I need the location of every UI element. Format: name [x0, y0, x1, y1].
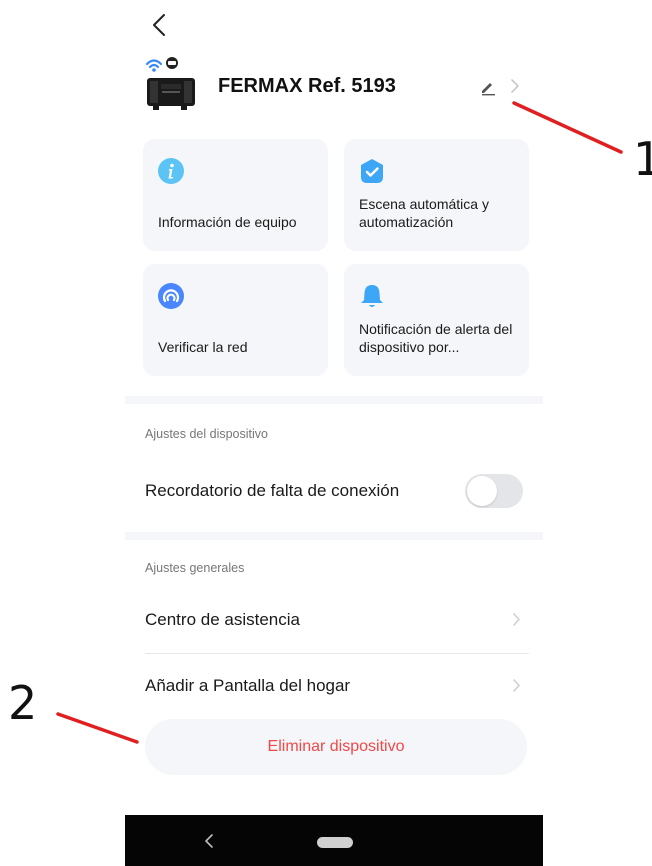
card-label: Verificar la red	[158, 339, 248, 355]
section-title-general-settings: Ajustes generales	[145, 561, 245, 575]
system-navigation-bar	[125, 815, 543, 866]
row-separator	[145, 653, 529, 654]
card-automation[interactable]: Escena automática y automatización	[344, 139, 529, 251]
add-home-screen-row[interactable]: Añadir a Pantalla del hogar	[145, 658, 529, 714]
card-alert-notification[interactable]: Notificación de alerta del dispositivo p…	[344, 264, 529, 376]
section-divider	[125, 396, 543, 404]
card-label: Información de equipo	[158, 214, 297, 230]
toggle-knob	[467, 476, 497, 506]
section-title-device-settings: Ajustes del dispositivo	[145, 427, 268, 441]
help-center-label: Centro de asistencia	[145, 610, 300, 629]
offline-reminder-toggle[interactable]	[465, 474, 523, 508]
device-settings-screen: FERMAX Ref. 5193 Información de equipo E…	[125, 0, 543, 866]
add-home-screen-label: Añadir a Pantalla del hogar	[145, 676, 351, 695]
annotation-marker-2: 2	[8, 676, 38, 730]
device-header: FERMAX Ref. 5193	[143, 54, 535, 114]
network-check-icon	[158, 283, 184, 309]
edit-name-icon[interactable]	[479, 78, 497, 96]
offline-reminder-label: Recordatorio de falta de conexión	[145, 481, 400, 500]
chevron-right-icon	[513, 679, 520, 692]
card-device-info[interactable]: Información de equipo	[143, 139, 328, 251]
scene-check-icon	[361, 159, 383, 183]
chevron-right-icon	[513, 613, 520, 626]
chevron-right-icon[interactable]	[510, 78, 520, 94]
help-center-row[interactable]: Centro de asistencia	[145, 592, 529, 648]
nav-home-pill[interactable]	[317, 837, 353, 848]
card-label: Escena automática y automatización	[359, 196, 489, 230]
back-button[interactable]	[145, 10, 173, 40]
info-icon	[158, 158, 184, 184]
back-arrow-icon	[153, 14, 165, 36]
delete-device-button[interactable]: Eliminar dispositivo	[145, 719, 527, 775]
card-label: Notificación de alerta del dispositivo p…	[359, 321, 513, 355]
annotation-marker-1: 1	[633, 132, 652, 186]
device-name: FERMAX Ref. 5193	[218, 75, 396, 97]
section-divider	[125, 532, 543, 540]
bell-icon	[361, 285, 383, 307]
nav-back-icon[interactable]	[203, 833, 215, 849]
card-check-network[interactable]: Verificar la red	[143, 264, 328, 376]
wifi-controller-device-icon	[145, 57, 195, 110]
